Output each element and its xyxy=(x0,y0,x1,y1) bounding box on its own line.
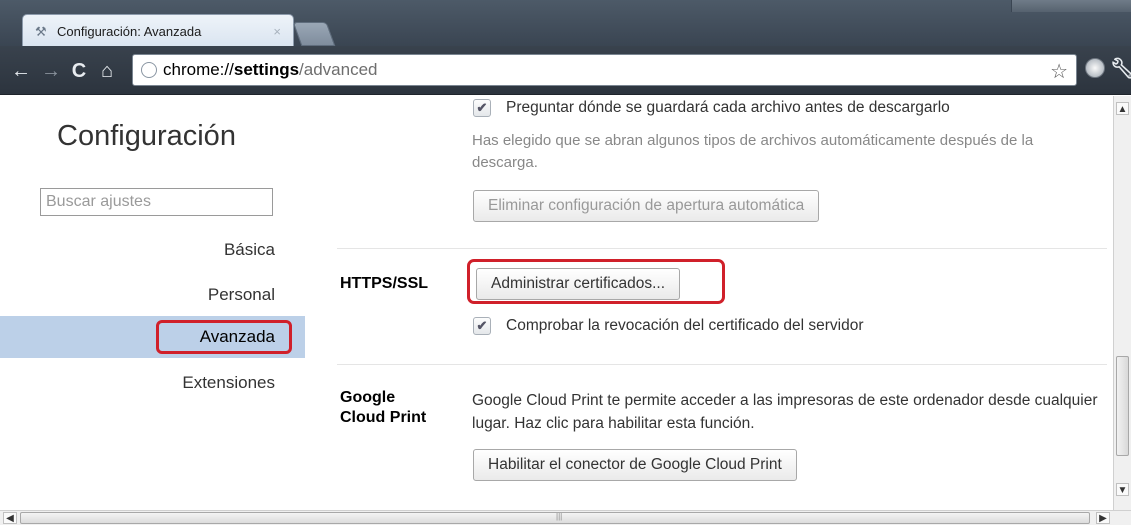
reload-icon[interactable]: C xyxy=(68,60,90,82)
vertical-scroll-thumb[interactable] xyxy=(1116,356,1129,456)
search-settings-input[interactable] xyxy=(40,188,273,216)
ask-download-location-checkbox[interactable]: ✔ xyxy=(473,99,491,117)
cloud-print-heading: Google Cloud Print xyxy=(340,388,426,428)
sidebar-item-basica[interactable]: Básica xyxy=(0,231,305,269)
back-arrow-icon[interactable]: ← xyxy=(10,60,32,82)
horizontal-scroll-thumb[interactable] xyxy=(20,512,1090,524)
forward-arrow-icon[interactable]: → xyxy=(40,60,62,82)
scroll-left-icon[interactable]: ◀ xyxy=(3,512,17,524)
tab-title: Configuración: Avanzada xyxy=(57,24,202,39)
star-icon[interactable]: ☆ xyxy=(1050,59,1068,84)
cloud-print-heading-line1: Google xyxy=(340,389,396,406)
window-controls[interactable] xyxy=(1011,0,1131,12)
close-tab-icon[interactable]: × xyxy=(273,24,281,39)
sidebar-item-avanzada[interactable]: Avanzada xyxy=(0,316,305,358)
sidebar-item-personal[interactable]: Personal xyxy=(0,276,305,314)
wrench-icon: ⚒ xyxy=(35,23,47,39)
cloud-print-heading-line2: Cloud Print xyxy=(340,409,427,426)
section-divider xyxy=(337,364,1107,365)
settings-sidebar: Configuración Básica Personal Avanzada E… xyxy=(0,96,305,510)
home-icon[interactable]: ⌂ xyxy=(96,60,118,82)
ask-download-location-label: Preguntar dónde se guardará cada archivo… xyxy=(506,99,950,116)
horizontal-scrollbar[interactable]: ◀ ||| ▶ xyxy=(0,510,1131,525)
https-ssl-heading: HTTPS/SSL xyxy=(340,275,429,292)
tab-configuracion[interactable]: ⚒ Configuración: Avanzada × xyxy=(22,14,294,48)
check-revocation-label: Comprobar la revocación del certificado … xyxy=(506,317,864,334)
address-bar[interactable]: chrome://settings/advanced ☆ xyxy=(132,54,1077,86)
wrench-menu-icon[interactable]: 🔧︎ xyxy=(1110,56,1131,81)
scroll-down-icon[interactable]: ▼ xyxy=(1116,483,1129,496)
page-title: Configuración xyxy=(57,120,236,152)
browser-toolbar: ← → C ⌂ chrome://settings/advanced ☆ xyxy=(0,46,1131,95)
settings-page: Configuración Básica Personal Avanzada E… xyxy=(0,96,1113,510)
enable-cloud-print-button[interactable]: Habilitar el conector de Google Cloud Pr… xyxy=(473,449,797,481)
auto-open-note: Has elegido que se abran algunos tipos d… xyxy=(472,132,1034,171)
vertical-scrollbar[interactable]: ▲ ▼ xyxy=(1113,96,1131,510)
section-divider xyxy=(337,248,1107,249)
scroll-grip-icon: ||| xyxy=(556,512,563,521)
manage-certificates-button[interactable]: Administrar certificados... xyxy=(476,268,680,300)
title-bar: ⚒ Configuración: Avanzada × xyxy=(0,0,1131,48)
settings-main: ✔ Preguntar dónde se guardará cada archi… xyxy=(305,96,1113,510)
sidebar-item-extensiones[interactable]: Extensiones xyxy=(0,364,305,402)
scroll-up-icon[interactable]: ▲ xyxy=(1116,102,1129,115)
page-icon xyxy=(141,62,157,78)
check-revocation-checkbox[interactable]: ✔ xyxy=(473,317,491,335)
url-text: chrome://settings/advanced xyxy=(163,60,378,79)
new-tab-button[interactable] xyxy=(292,22,336,46)
extension-icon[interactable] xyxy=(1085,58,1105,78)
cloud-print-description: Google Cloud Print te permite acceder a … xyxy=(472,392,1098,432)
scroll-right-icon[interactable]: ▶ xyxy=(1096,512,1110,524)
clear-auto-open-button[interactable]: Eliminar configuración de apertura autom… xyxy=(473,190,820,222)
